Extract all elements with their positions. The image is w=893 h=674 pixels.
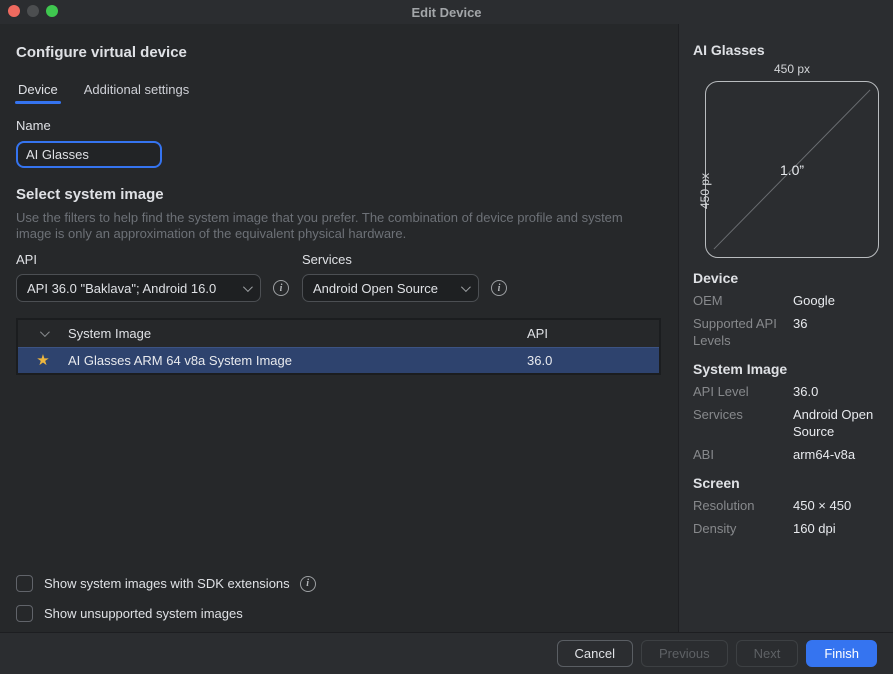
resolution-label: Resolution [693, 497, 793, 514]
window-title: Edit Device [411, 5, 481, 20]
api-dropdown[interactable]: API 36.0 "Baklava"; Android 16.0 [16, 274, 261, 302]
page-title: Configure virtual device [16, 44, 662, 61]
abi-value: arm64-v8a [793, 446, 879, 463]
diagram-diagonal-label: 1.0” [780, 162, 804, 178]
services-label: Services [693, 406, 793, 440]
density-value: 160 dpi [793, 520, 879, 537]
diagram-height-label: 450 px [698, 161, 712, 221]
table-row[interactable]: ★ AI Glasses ARM 64 v8a System Image 36.… [18, 347, 659, 373]
services-dropdown-value: Android Open Source [313, 281, 438, 296]
unsupported-images-option: Show unsupported system images [16, 605, 316, 622]
name-label: Name [16, 118, 662, 133]
chevron-down-icon [243, 282, 253, 292]
api-info-icon[interactable]: i [273, 280, 289, 296]
services-filter-label: Services [302, 252, 507, 267]
filters: API API 36.0 "Baklava"; Android 16.0 i S… [16, 252, 662, 302]
sort-chevron-icon[interactable] [18, 330, 68, 337]
sdk-extensions-label: Show system images with SDK extensions [44, 576, 290, 591]
table-header: System Image API [18, 320, 659, 347]
sdk-extensions-option: Show system images with SDK extensions i [16, 575, 316, 592]
diagram-width-label: 450 px [705, 62, 879, 76]
oem-label: OEM [693, 292, 793, 309]
device-name-input[interactable] [16, 141, 162, 168]
diagram-rect: 1.0” [705, 81, 879, 258]
system-image-name: AI Glasses ARM 64 v8a System Image [68, 353, 527, 368]
chevron-down-icon [461, 282, 471, 292]
edit-device-dialog: Edit Device Configure virtual device Dev… [0, 0, 893, 674]
spec-device-heading: Device [693, 270, 879, 286]
api-dropdown-value: API 36.0 "Baklava"; Android 16.0 [27, 281, 216, 296]
supported-api-label: Supported API Levels [693, 315, 793, 349]
preview-device-name: AI Glasses [693, 42, 879, 58]
tab-bar: Device Additional settings [18, 82, 662, 104]
dialog-footer: Cancel Previous Next Finish [0, 632, 893, 674]
unsupported-images-label: Show unsupported system images [44, 606, 243, 621]
window-controls [8, 5, 58, 17]
column-header-system-image[interactable]: System Image [68, 326, 527, 341]
finish-button[interactable]: Finish [806, 640, 877, 667]
api-level-value: 36.0 [793, 383, 879, 400]
previous-button: Previous [641, 640, 728, 667]
select-system-image-description: Use the filters to help find the system … [16, 210, 656, 242]
screen-diagram: 450 px 1.0” 450 px [693, 62, 879, 258]
close-window-button[interactable] [8, 5, 20, 17]
system-image-table: System Image API ★ AI Glasses ARM 64 v8a… [16, 318, 661, 375]
spec-screen-heading: Screen [693, 475, 879, 491]
unsupported-images-checkbox[interactable] [16, 605, 33, 622]
cancel-button[interactable]: Cancel [557, 640, 633, 667]
titlebar: Edit Device [0, 0, 893, 24]
sdk-extensions-info-icon[interactable]: i [300, 576, 316, 592]
next-button: Next [736, 640, 799, 667]
system-image-api: 36.0 [527, 353, 659, 368]
table-options: Show system images with SDK extensions i… [16, 562, 316, 622]
services-info-icon[interactable]: i [491, 280, 507, 296]
services-value: Android Open Source [793, 406, 879, 440]
spec-system-image-heading: System Image [693, 361, 879, 377]
select-system-image-title: Select system image [16, 186, 662, 203]
tab-additional-settings[interactable]: Additional settings [84, 82, 190, 104]
column-header-api[interactable]: API [527, 326, 659, 341]
star-icon[interactable]: ★ [36, 353, 49, 368]
configure-panel: Configure virtual device Device Addition… [0, 24, 678, 632]
abi-label: ABI [693, 446, 793, 463]
oem-value: Google [793, 292, 879, 309]
tab-device[interactable]: Device [18, 82, 58, 104]
sdk-extensions-checkbox[interactable] [16, 575, 33, 592]
services-dropdown[interactable]: Android Open Source [302, 274, 479, 302]
resolution-value: 450 × 450 [793, 497, 879, 514]
minimize-window-button [27, 5, 39, 17]
api-level-label: API Level [693, 383, 793, 400]
zoom-window-button[interactable] [46, 5, 58, 17]
device-preview-panel: AI Glasses 450 px 1.0” 450 px Device OEM… [678, 24, 893, 632]
density-label: Density [693, 520, 793, 537]
supported-api-value: 36 [793, 315, 879, 349]
api-filter-label: API [16, 252, 302, 267]
